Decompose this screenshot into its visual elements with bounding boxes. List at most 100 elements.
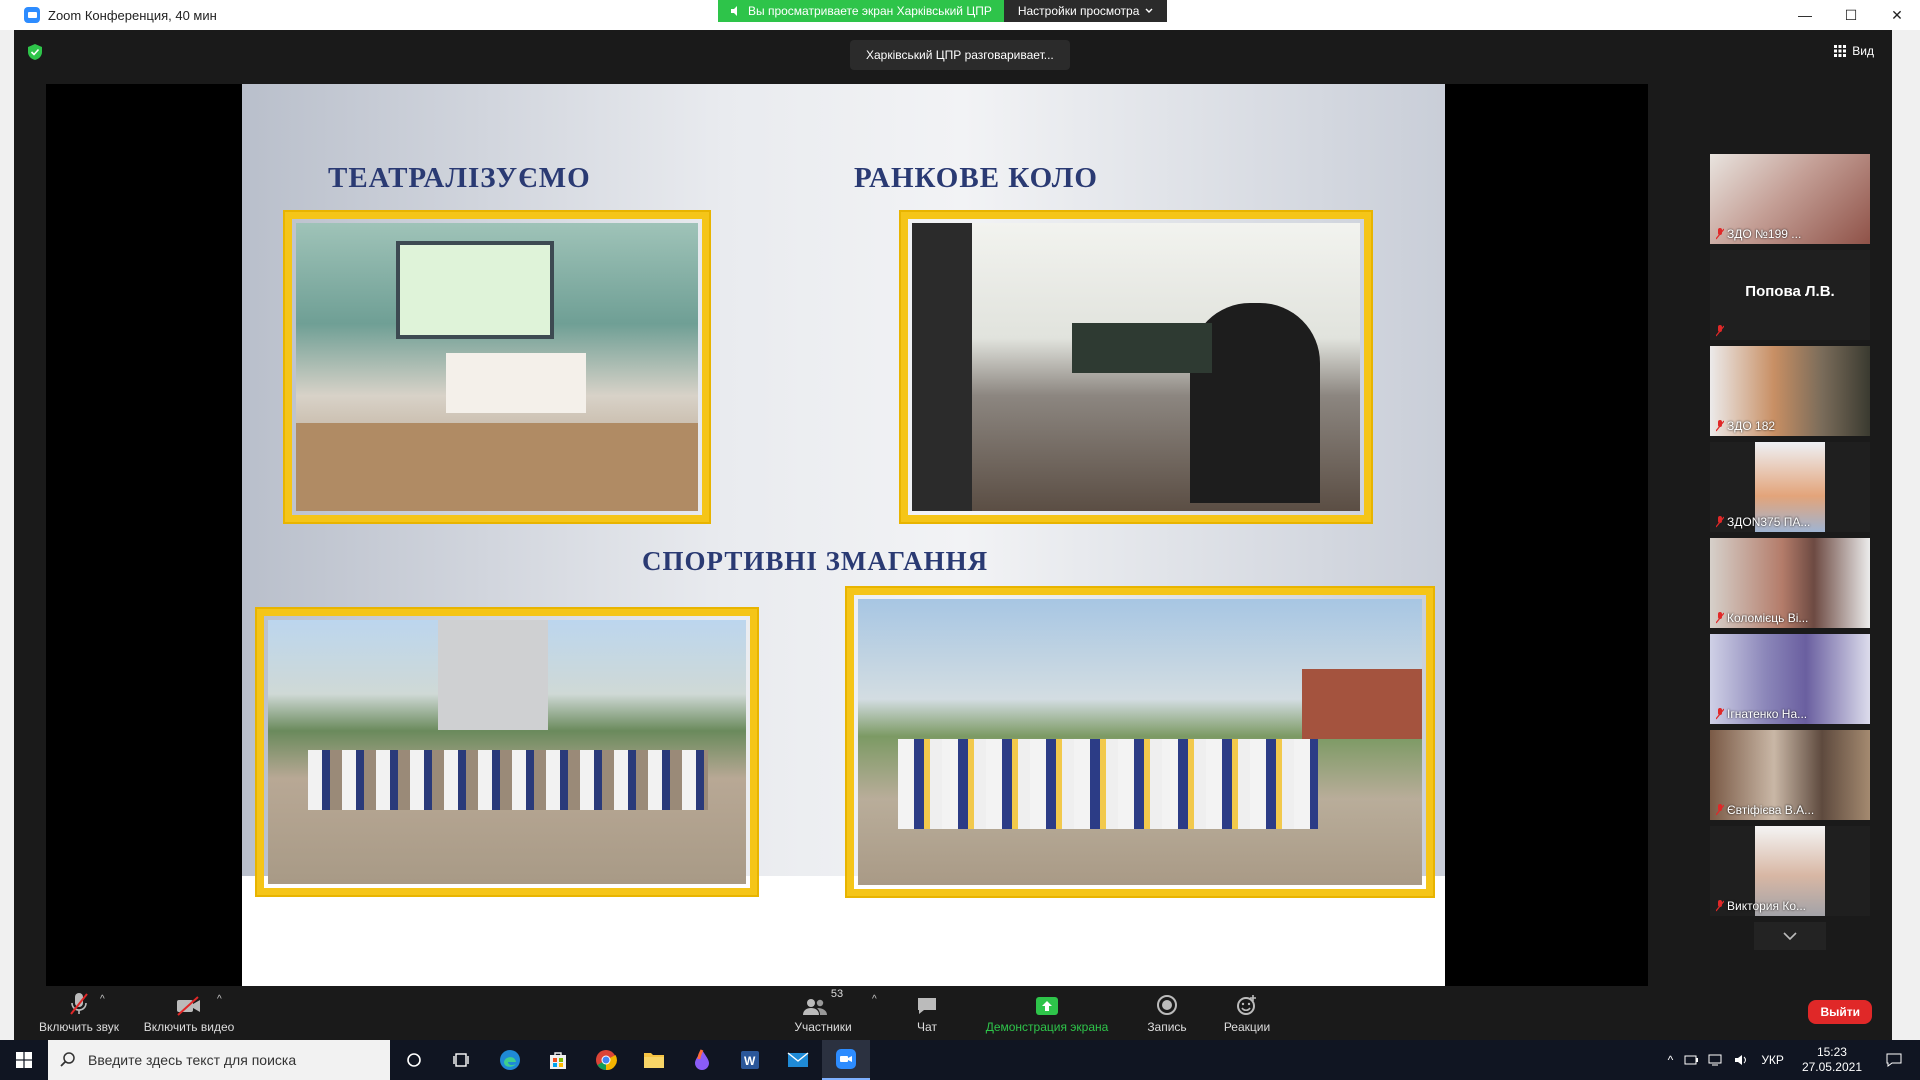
participant-tile[interactable]: Попова Л.В. <box>1710 250 1870 340</box>
mic-muted-icon <box>1715 612 1725 624</box>
mic-muted-icon <box>70 993 88 1015</box>
maximize-button[interactable]: ☐ <box>1828 0 1874 30</box>
speaker-icon <box>731 6 737 16</box>
heading-theater: ТЕАТРАЛІЗУЄМО <box>328 162 591 194</box>
taskbar-zoom[interactable] <box>822 1040 870 1080</box>
taskbar-mail[interactable] <box>774 1040 822 1080</box>
battery-icon[interactable] <box>1684 1054 1699 1066</box>
team-photo <box>898 739 1318 829</box>
mic-muted-icon <box>1715 228 1725 240</box>
close-button[interactable]: ✕ <box>1874 0 1920 30</box>
input-language[interactable]: УКР <box>1761 1053 1784 1067</box>
reactions-label: Реакции <box>1223 1020 1271 1034</box>
taskbar-explorer[interactable] <box>630 1040 678 1080</box>
reactions-button[interactable]: Реакции <box>1192 988 1302 1034</box>
participant-tile[interactable]: Євтіфієва В.А... <box>1710 730 1870 820</box>
taskbar-clock[interactable]: 15:23 27.05.2021 <box>1802 1045 1862 1075</box>
participants-button[interactable]: 53 Участники <box>768 988 878 1034</box>
start-video-button[interactable]: Включить видео <box>134 988 244 1034</box>
zoom-app-icon <box>24 7 40 23</box>
cortana-button[interactable] <box>390 1040 438 1080</box>
house <box>1302 669 1422 739</box>
record-icon <box>1157 995 1177 1015</box>
mic-muted-icon <box>1715 708 1725 720</box>
leave-button[interactable]: Выйти <box>1808 1000 1872 1024</box>
task-view-icon <box>453 1053 469 1067</box>
participant-name: ЗДО №199 ... <box>1727 227 1802 241</box>
participant-tile[interactable]: ЗДО 182 <box>1710 346 1870 436</box>
unmute-button[interactable]: Включить звук <box>24 988 134 1034</box>
foreground-person <box>912 223 972 511</box>
view-button-label: Вид <box>1852 44 1874 58</box>
presentation-slide: ТЕАТРАЛІЗУЄМО РАНКОВЕ КОЛО СПОРТИВНІ ЗМА… <box>242 84 1445 986</box>
sharing-status: Вы просматриваете экран Харківський ЦПР <box>718 0 1004 22</box>
desktop-edge-left <box>0 30 14 1040</box>
participant-name: ЗДОN375 ПА... <box>1727 515 1811 529</box>
taskbar-edge[interactable] <box>486 1040 534 1080</box>
taskbar-store[interactable] <box>534 1040 582 1080</box>
taskbar-word[interactable]: W <box>726 1040 774 1080</box>
mic-muted-icon <box>1715 804 1725 816</box>
desktop-edge-right <box>1892 30 1920 1040</box>
photo-sports-group <box>847 588 1433 896</box>
participant-tile[interactable]: Коломієць Ві... <box>1710 538 1870 628</box>
taskbar-search[interactable]: Введите здесь текст для поиска <box>48 1040 390 1080</box>
audio-options-caret[interactable]: ^ <box>100 994 105 1005</box>
tray-expand-icon[interactable]: ^ <box>1668 1053 1674 1067</box>
participants-count: 53 <box>830 988 844 1000</box>
share-screen-icon <box>1036 997 1058 1015</box>
stage-curtain <box>446 353 586 413</box>
windows-taskbar: Введите здесь текст для поиска W ^ УКР 1… <box>0 1040 1920 1080</box>
edge-icon <box>500 1050 520 1070</box>
participant-tile[interactable]: Виктория Ко... <box>1710 826 1870 916</box>
grid-icon <box>1834 45 1847 57</box>
share-screen-label: Демонстрация экрана <box>985 1020 1109 1034</box>
participant-name: Попова Л.В. <box>1745 283 1835 300</box>
zoom-window: Zoom Конференция, 40 мин — ☐ ✕ Вы просма… <box>0 0 1920 1080</box>
shared-screen[interactable]: ТЕАТРАЛІЗУЄМО РАНКОВЕ КОЛО СПОРТИВНІ ЗМА… <box>46 84 1648 986</box>
zoom-app-icon <box>836 1049 856 1069</box>
taskbar-paint[interactable] <box>678 1040 726 1080</box>
record-label: Запись <box>1147 1020 1187 1034</box>
apartment-building <box>438 620 548 730</box>
chat-button[interactable]: Чат <box>872 988 982 1034</box>
gallery-next-button[interactable] <box>1754 922 1826 950</box>
start-button[interactable] <box>0 1040 48 1080</box>
chat-label: Чат <box>917 1020 937 1034</box>
participant-tile[interactable]: ЗДОN375 ПА... <box>1710 442 1870 532</box>
video-options-caret[interactable]: ^ <box>217 994 222 1005</box>
meeting-area: Харківський ЦПР разговаривает... Вид ТЕА… <box>14 30 1892 1040</box>
start-video-label: Включить видео <box>143 1020 235 1034</box>
volume-icon[interactable] <box>1734 1054 1748 1066</box>
search-icon <box>60 1052 75 1067</box>
group-of-children <box>308 750 708 810</box>
desks <box>296 423 698 511</box>
classroom-screen <box>396 241 554 339</box>
view-button[interactable]: Вид <box>1834 44 1874 58</box>
participant-name: ЗДО 182 <box>1727 419 1776 433</box>
notifications-icon[interactable] <box>1886 1053 1902 1067</box>
taskbar-chrome[interactable] <box>582 1040 630 1080</box>
participant-name: Виктория Ко... <box>1727 899 1807 913</box>
minimize-button[interactable]: — <box>1782 0 1828 30</box>
paint-drop-icon <box>695 1049 709 1070</box>
participant-tile[interactable]: Ігнатенко На... <box>1710 634 1870 724</box>
folder-icon <box>644 1053 664 1068</box>
participant-name: Євтіфієва В.А... <box>1727 803 1815 817</box>
participant-tile[interactable]: ЗДО №199 ... <box>1710 154 1870 244</box>
window-title: Zoom Конференция, 40 мин <box>48 7 217 23</box>
mic-muted-icon <box>1715 420 1725 432</box>
share-banner: Вы просматриваете экран Харківський ЦПР … <box>718 0 1168 22</box>
view-options-button[interactable]: Настройки просмотра <box>1003 0 1168 22</box>
task-view-button[interactable] <box>438 1040 486 1080</box>
heading-morning-circle: РАНКОВЕ КОЛО <box>854 162 1098 194</box>
blackboard <box>1072 323 1212 373</box>
clock-date: 27.05.2021 <box>1801 1060 1862 1074</box>
participant-name: Ігнатенко На... <box>1727 707 1808 721</box>
shield-icon[interactable] <box>28 44 42 60</box>
photo-sports-field <box>257 609 757 895</box>
mail-icon <box>787 1052 809 1067</box>
network-icon[interactable] <box>1708 1054 1724 1066</box>
video-off-icon <box>177 996 200 1016</box>
share-screen-button[interactable]: Демонстрация экрана <box>982 988 1112 1034</box>
